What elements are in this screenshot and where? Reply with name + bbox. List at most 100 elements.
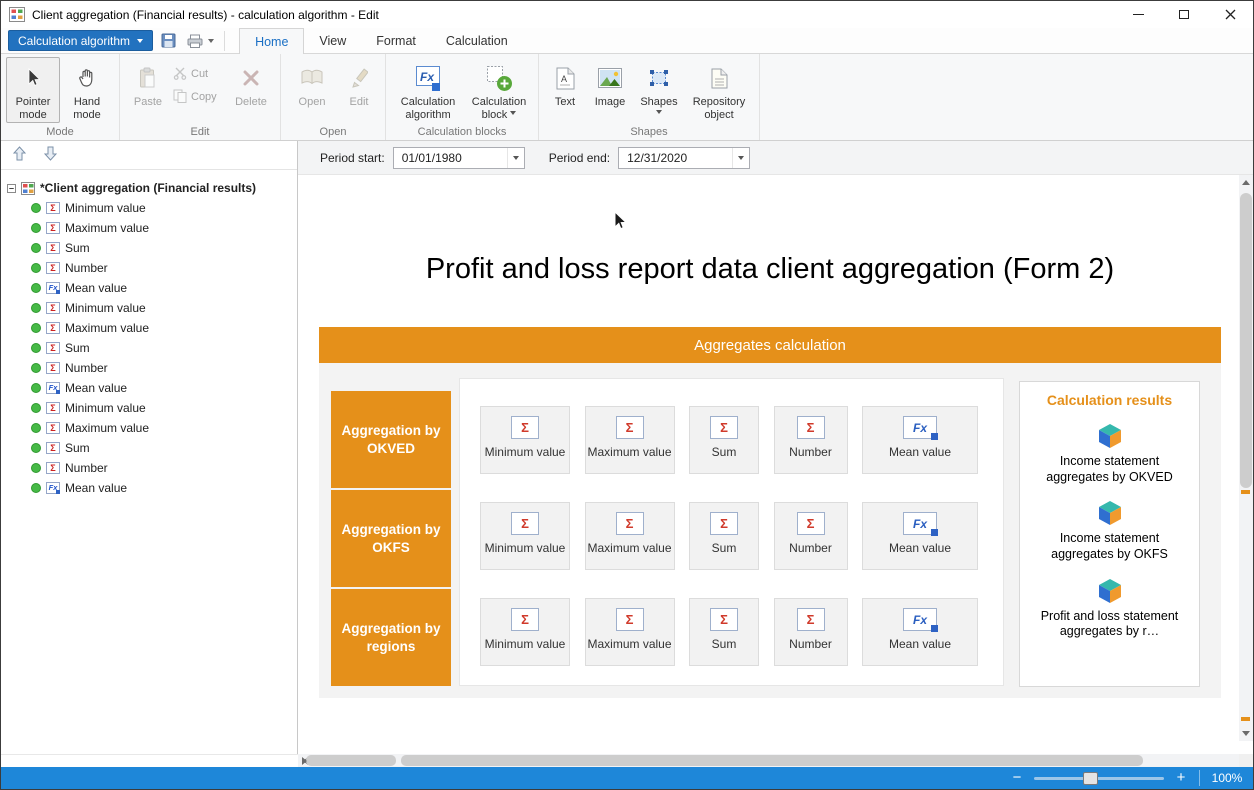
tree-item-label: Maximum value (65, 421, 149, 435)
aggregation-by-regions-block[interactable]: Aggregation by regions (331, 589, 451, 686)
tree-item-minimum-value[interactable]: ΣMinimum value (7, 198, 293, 218)
move-up-button[interactable] (13, 146, 26, 164)
vertical-scrollbar[interactable] (1239, 175, 1253, 741)
calc-block-minimum-value[interactable]: ΣMinimum value (480, 406, 570, 474)
calc-block-mean-value[interactable]: FxMean value (862, 406, 978, 474)
minimize-button[interactable] (1115, 1, 1161, 28)
calculation-results-panel[interactable]: Calculation results Income statement agg… (1019, 381, 1200, 687)
group-block-label: Aggregation by OKFS (341, 521, 441, 556)
sigma-icon: Σ (46, 202, 60, 214)
calculation-algorithm-button[interactable]: Fx Calculation algorithm (391, 57, 465, 123)
save-button[interactable] (156, 30, 180, 51)
calc-block-number[interactable]: ΣNumber (774, 598, 848, 666)
tree-item-sum[interactable]: ΣSum (7, 438, 293, 458)
print-button[interactable] (183, 30, 207, 51)
tree-item-number[interactable]: ΣNumber (7, 258, 293, 278)
calc-block-maximum-value[interactable]: ΣMaximum value (585, 598, 675, 666)
tab-home[interactable]: Home (239, 28, 304, 54)
calc-block-number[interactable]: ΣNumber (774, 406, 848, 474)
calculation-algorithm-menu-button[interactable]: Calculation algorithm (8, 30, 153, 51)
aggregation-by-okfs-block[interactable]: Aggregation by OKFS (331, 490, 451, 587)
combo-dropdown-button[interactable] (732, 148, 749, 168)
aggregates-calculation-header[interactable]: Aggregates calculation (319, 327, 1221, 363)
tree-item-maximum-value[interactable]: ΣMaximum value (7, 318, 293, 338)
app-icon (9, 7, 25, 22)
calc-block-maximum-value[interactable]: ΣMaximum value (585, 406, 675, 474)
copy-button[interactable]: Copy (171, 87, 227, 107)
close-button[interactable] (1207, 1, 1253, 28)
horizontal-scrollbar[interactable] (298, 754, 1239, 767)
zoom-level[interactable]: 100% (1207, 771, 1247, 785)
calculation-block-button[interactable]: Calculation block (465, 57, 533, 123)
combo-dropdown-button[interactable] (507, 148, 524, 168)
zoom-out-button[interactable]: − (1006, 768, 1028, 788)
tree-item-mean-value[interactable]: FxMean value (7, 478, 293, 498)
zoom-slider[interactable] (1034, 777, 1164, 780)
calc-block-row: ΣMinimum value ΣMaximum value ΣSum ΣNumb… (480, 598, 978, 666)
tab-calculation[interactable]: Calculation (431, 28, 523, 53)
period-start-select[interactable]: 01/01/1980 (393, 147, 525, 169)
scroll-down-button[interactable] (1239, 727, 1253, 741)
image-label: Image (595, 96, 626, 109)
delete-button[interactable]: Delete (227, 57, 275, 123)
repository-object-button[interactable]: Repository object (684, 57, 754, 123)
horizontal-scrollbar-thumb[interactable] (401, 755, 1143, 766)
tree-item-mean-value[interactable]: FxMean value (7, 378, 293, 398)
tab-format[interactable]: Format (361, 28, 431, 53)
zoom-in-button[interactable]: + (1170, 768, 1192, 788)
tree-item-minimum-value[interactable]: ΣMinimum value (7, 298, 293, 318)
tree-item-label: Sum (65, 341, 90, 355)
pointer-mode-button[interactable]: Pointer mode (6, 57, 60, 123)
result-item[interactable]: Income statement aggregates by OKFS (1040, 499, 1180, 562)
scroll-up-button[interactable] (1239, 175, 1253, 189)
ribbon-group-shapes: A Text Image Shapes (539, 54, 760, 140)
text-button[interactable]: A Text (544, 57, 586, 123)
tree-item-maximum-value[interactable]: ΣMaximum value (7, 418, 293, 438)
tree-item-number[interactable]: ΣNumber (7, 358, 293, 378)
move-down-button[interactable] (44, 146, 57, 164)
tab-view[interactable]: View (304, 28, 361, 53)
algorithm-canvas[interactable]: Profit and loss report data client aggre… (298, 175, 1239, 741)
calc-block-number[interactable]: ΣNumber (774, 502, 848, 570)
shapes-button[interactable]: Shapes (634, 57, 684, 123)
vertical-scrollbar-thumb[interactable] (1240, 193, 1252, 488)
calc-block-sum[interactable]: ΣSum (689, 502, 759, 570)
calc-block-maximum-value[interactable]: ΣMaximum value (585, 502, 675, 570)
tree-item-number[interactable]: ΣNumber (7, 458, 293, 478)
calc-block-sum[interactable]: ΣSum (689, 406, 759, 474)
tree-item-minimum-value[interactable]: ΣMinimum value (7, 398, 293, 418)
calc-block-mean-value[interactable]: FxMean value (862, 598, 978, 666)
calc-block-sum[interactable]: ΣSum (689, 598, 759, 666)
status-dot-icon (31, 323, 41, 333)
aggregation-by-okved-block[interactable]: Aggregation by OKVED (331, 391, 451, 488)
quick-access-dropdown-icon[interactable] (208, 39, 214, 46)
tree-item-maximum-value[interactable]: ΣMaximum value (7, 218, 293, 238)
tree-item-mean-value[interactable]: FxMean value (7, 278, 293, 298)
period-end-select[interactable]: 12/31/2020 (618, 147, 750, 169)
period-start-label: Period start: (320, 151, 385, 165)
cut-button[interactable]: Cut (171, 64, 227, 84)
calculation-algorithm-label: Calculation algorithm (392, 96, 464, 122)
paste-button[interactable]: Paste (125, 57, 171, 123)
result-item[interactable]: Profit and loss statement aggregates by … (1040, 577, 1180, 640)
collapse-icon[interactable]: – (7, 184, 16, 193)
image-button[interactable]: Image (586, 57, 634, 123)
maximize-button[interactable] (1161, 1, 1207, 28)
aggregates-container[interactable]: Aggregation by OKVED Aggregation by OKFS… (319, 363, 1221, 698)
horizontal-scrollbar-thumb[interactable] (306, 755, 396, 766)
calc-block-mean-value[interactable]: FxMean value (862, 502, 978, 570)
ribbon-group-label: Calculation blocks (386, 126, 538, 138)
calc-block-minimum-value[interactable]: ΣMinimum value (480, 598, 570, 666)
scroll-right-button[interactable] (298, 754, 311, 767)
tree-item-sum[interactable]: ΣSum (7, 238, 293, 258)
edit-button[interactable]: Edit (338, 57, 380, 123)
open-button[interactable]: Open (286, 57, 338, 123)
result-item[interactable]: Income statement aggregates by OKVED (1040, 422, 1180, 485)
tree-root-node[interactable]: – *Client aggregation (Financial results… (7, 178, 293, 198)
tree-item-sum[interactable]: ΣSum (7, 338, 293, 358)
hand-mode-button[interactable]: Hand mode (60, 57, 114, 123)
calc-block-minimum-value[interactable]: ΣMinimum value (480, 502, 570, 570)
zoom-slider-thumb[interactable] (1083, 772, 1098, 785)
canvas-title[interactable]: Profit and loss report data client aggre… (319, 253, 1221, 286)
arrow-down-icon (1242, 731, 1250, 740)
